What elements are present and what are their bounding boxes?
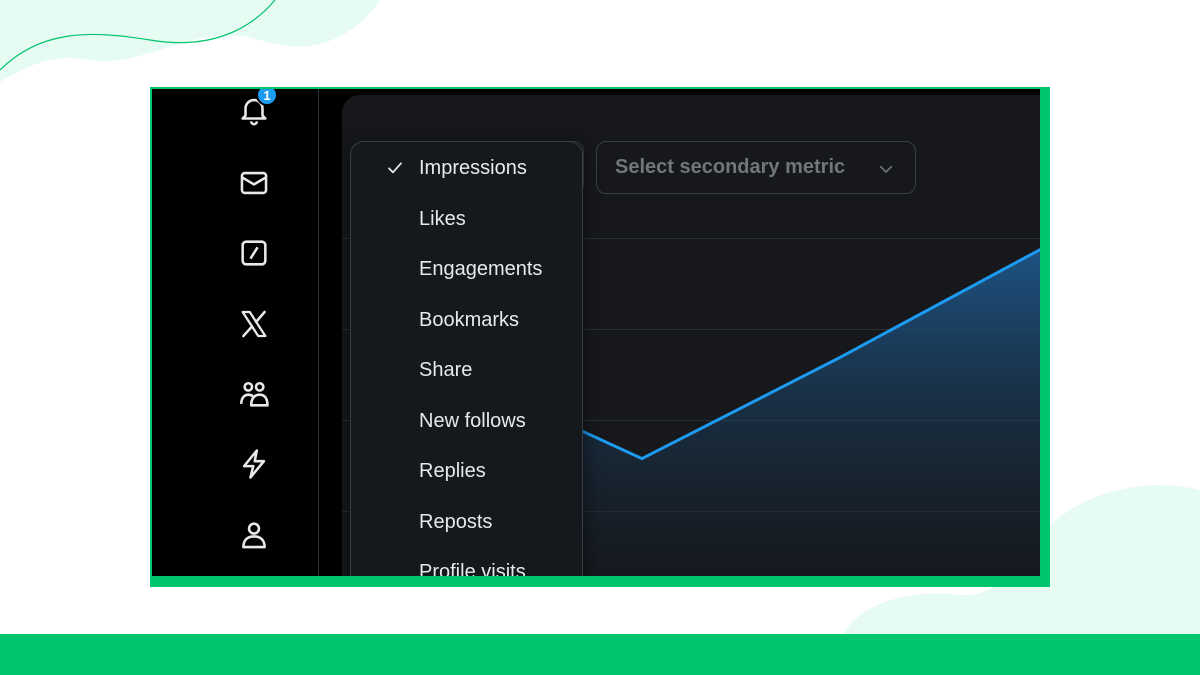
- menu-item-reposts[interactable]: Reposts: [351, 502, 582, 542]
- menu-item-label: Likes: [419, 207, 466, 230]
- menu-item-bookmarks[interactable]: Bookmarks: [351, 300, 582, 340]
- menu-item-label: Bookmarks: [419, 308, 520, 331]
- primary-metric-dropdown: Impressions Likes Engagements Bookmarks …: [350, 141, 583, 576]
- menu-item-label: New follows: [419, 409, 526, 432]
- nav-notifications[interactable]: 1: [236, 89, 278, 128]
- secondary-metric-placeholder: Select secondary metric: [615, 156, 846, 178]
- app-screen: 1 Select secondary metric Impressions Li…: [152, 89, 1040, 576]
- communities-icon: [239, 381, 269, 407]
- menu-item-label: Profile visits: [419, 560, 526, 577]
- x-logo-icon: [241, 310, 267, 338]
- nav-profile[interactable]: [236, 517, 272, 553]
- menu-item-new-follows[interactable]: New follows: [351, 401, 582, 441]
- secondary-metric-select[interactable]: Select secondary metric: [596, 141, 916, 194]
- menu-item-label: Share: [419, 358, 473, 381]
- menu-item-label: Reposts: [419, 510, 493, 533]
- nav-premium[interactable]: [236, 306, 272, 342]
- checkmark-icon: [388, 162, 402, 174]
- profile-icon: [242, 522, 266, 549]
- nav-verified-orgs[interactable]: [236, 446, 272, 482]
- menu-item-share[interactable]: Share: [351, 350, 582, 390]
- menu-item-impressions[interactable]: Impressions: [351, 148, 582, 188]
- menu-item-engagements[interactable]: Engagements: [351, 249, 582, 289]
- bottom-brand-bar: [0, 634, 1200, 675]
- menu-item-label: Impressions: [419, 156, 527, 179]
- menu-item-likes[interactable]: Likes: [351, 199, 582, 239]
- nav-communities[interactable]: [236, 376, 272, 412]
- screenshot-frame: 1 Select secondary metric Impressions Li…: [150, 87, 1050, 587]
- notification-count-badge: 1: [256, 89, 278, 106]
- decorative-blob-top: [0, 0, 380, 82]
- left-sidebar-nav: 1: [152, 89, 319, 576]
- grok-icon: [241, 240, 267, 266]
- nav-messages[interactable]: [236, 165, 272, 201]
- nav-grok[interactable]: [236, 235, 272, 271]
- menu-item-label: Engagements: [419, 257, 543, 280]
- lightning-icon: [242, 449, 266, 479]
- menu-item-profile-visits[interactable]: Profile visits: [351, 552, 582, 577]
- mail-icon: [240, 171, 268, 195]
- menu-item-replies[interactable]: Replies: [351, 451, 582, 491]
- menu-item-label: Replies: [419, 459, 486, 482]
- chevron-down-icon: [879, 165, 893, 173]
